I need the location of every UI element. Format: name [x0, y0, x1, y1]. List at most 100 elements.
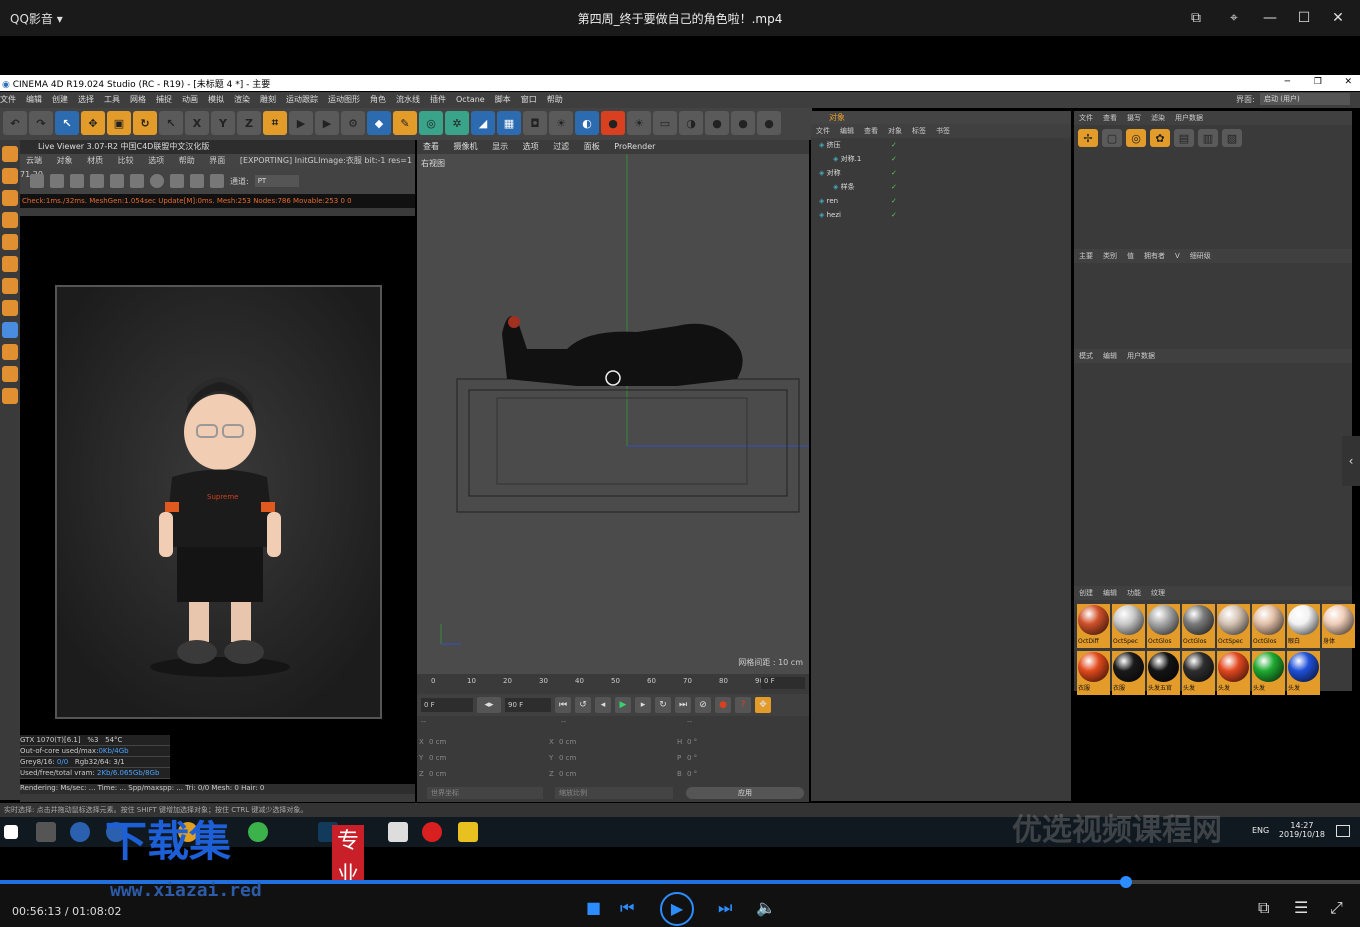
- attr-tool-icon[interactable]: ▥: [1198, 129, 1218, 147]
- octane-glossy-icon[interactable]: ●: [705, 111, 729, 135]
- visibility-check-icon[interactable]: ✓: [891, 138, 897, 152]
- settings-icon[interactable]: ☰: [1294, 898, 1308, 917]
- recent-tool-icon[interactable]: ↖: [159, 111, 183, 135]
- pin-icon[interactable]: ⌖: [1224, 8, 1244, 28]
- y-axis-icon[interactable]: Y: [211, 111, 235, 135]
- attr-tool-icon[interactable]: ✢: [1078, 129, 1098, 147]
- move-icon[interactable]: ✥: [81, 111, 105, 135]
- lv-region-icon[interactable]: [90, 174, 104, 188]
- object-row[interactable]: ◈ hezi ✓: [811, 208, 1071, 222]
- windows-start-icon[interactable]: [4, 825, 18, 839]
- layer-menu-item[interactable]: 用户数据: [1127, 352, 1155, 360]
- layer-menu-item[interactable]: 编辑: [1103, 352, 1117, 360]
- lv-menu-item[interactable]: 选项: [148, 156, 164, 165]
- c4d-menu-item[interactable]: 渲染: [234, 95, 250, 104]
- c4d-menu-item[interactable]: 雕刻: [260, 95, 276, 104]
- c4d-menu-item[interactable]: 创建: [52, 95, 68, 104]
- material-swatch[interactable]: 头发: [1182, 651, 1215, 695]
- app-icon[interactable]: [388, 822, 408, 842]
- next-frame-icon[interactable]: ▸: [635, 697, 651, 713]
- object-row[interactable]: ◈ ren ✓: [811, 194, 1071, 208]
- material-swatch[interactable]: 衣服: [1112, 651, 1145, 695]
- redo-icon[interactable]: ↷: [29, 111, 53, 135]
- cube-icon[interactable]: ◆: [367, 111, 391, 135]
- texture-mode-icon[interactable]: [2, 168, 18, 184]
- coord-value-field[interactable]: 0 cm: [559, 754, 576, 762]
- coord-value-field[interactable]: 0 cm: [559, 738, 576, 746]
- octane-area-light-icon[interactable]: ▭: [653, 111, 677, 135]
- lv-sphere-icon[interactable]: [150, 174, 164, 188]
- x-axis-icon[interactable]: X: [185, 111, 209, 135]
- coord-value-field[interactable]: 0 cm: [559, 770, 576, 778]
- mat-menu-item[interactable]: 编辑: [1103, 589, 1117, 597]
- lv-menu-item[interactable]: 帮助: [179, 156, 195, 165]
- close-button[interactable]: ✕: [1328, 8, 1348, 28]
- next-icon[interactable]: ⏭: [718, 898, 732, 918]
- attr-tool-icon[interactable]: ◎: [1126, 129, 1146, 147]
- vp-menu-item[interactable]: 摄像机: [454, 142, 478, 151]
- lv-pick-icon[interactable]: [210, 174, 224, 188]
- material-swatch[interactable]: OctSpec: [1217, 604, 1250, 648]
- visibility-check-icon[interactable]: ✓: [891, 180, 897, 194]
- c4d-menu-item[interactable]: Octane: [456, 95, 485, 104]
- c4d-menu-item[interactable]: 窗口: [521, 95, 537, 104]
- layer-column[interactable]: 类别: [1103, 252, 1117, 260]
- minimize-button[interactable]: —: [1260, 8, 1280, 28]
- attr-tool-icon[interactable]: ▧: [1222, 129, 1242, 147]
- material-swatch[interactable]: OctDiff: [1077, 604, 1110, 648]
- side-panel-toggle[interactable]: ‹: [1342, 436, 1360, 486]
- om-menu-item[interactable]: 文件: [816, 127, 830, 135]
- c4d-minimize[interactable]: ─: [1285, 77, 1290, 87]
- material-swatch[interactable]: OctGlos: [1147, 604, 1180, 648]
- material-swatch[interactable]: 头发: [1217, 651, 1250, 695]
- undo-icon[interactable]: ↶: [3, 111, 27, 135]
- lv-menu-item[interactable]: 云端: [26, 156, 42, 165]
- c4d-close[interactable]: ✕: [1344, 77, 1352, 87]
- play-icon[interactable]: ▶: [615, 697, 631, 713]
- object-row[interactable]: ◈ 对称.1 ✓: [811, 152, 1071, 166]
- notification-icon[interactable]: [1336, 825, 1350, 837]
- material-swatch[interactable]: 衣服: [1077, 651, 1110, 695]
- floor-icon[interactable]: ▦: [497, 111, 521, 135]
- prev-key-icon[interactable]: ↺: [575, 697, 591, 713]
- model-mode-icon[interactable]: [2, 146, 18, 162]
- vp-menu-item[interactable]: ProRender: [614, 142, 655, 151]
- attr-menu-item[interactable]: 查看: [1103, 114, 1117, 122]
- attr-tool-icon[interactable]: ✿: [1150, 129, 1170, 147]
- rotate-icon[interactable]: ↻: [133, 111, 157, 135]
- lv-menu-item[interactable]: 比较: [118, 156, 134, 165]
- om-menu-item[interactable]: 标签: [912, 127, 926, 135]
- lv-menu-item[interactable]: 对象: [57, 156, 73, 165]
- c4d-menu-item[interactable]: 网格: [130, 95, 146, 104]
- material-swatch[interactable]: 头发: [1287, 651, 1320, 695]
- material-swatch[interactable]: 头发: [1252, 651, 1285, 695]
- lv-settings-icon[interactable]: [30, 174, 44, 188]
- om-menu-item[interactable]: 对象: [888, 127, 902, 135]
- mat-menu-item[interactable]: 功能: [1127, 589, 1141, 597]
- workplane-icon[interactable]: [2, 190, 18, 206]
- c4d-taskbar-icon[interactable]: [70, 822, 90, 842]
- material-swatch[interactable]: 头发五官: [1147, 651, 1180, 695]
- c4d-menu-item[interactable]: 动画: [182, 95, 198, 104]
- render-settings-icon[interactable]: ⚙: [341, 111, 365, 135]
- vp-menu-item[interactable]: 面板: [584, 142, 600, 151]
- visibility-check-icon[interactable]: ✓: [891, 208, 897, 222]
- object-row[interactable]: ◈ 样条 ✓: [811, 180, 1071, 194]
- end-frame-field[interactable]: 90 F: [505, 698, 551, 712]
- language-indicator[interactable]: ENG: [1252, 826, 1269, 835]
- attr-menu-item[interactable]: 滤染: [1151, 114, 1165, 122]
- go-start-icon[interactable]: ⏮: [555, 697, 571, 713]
- coord-value-field[interactable]: 0 cm: [429, 770, 446, 778]
- visibility-check-icon[interactable]: ✓: [891, 194, 897, 208]
- layer-column[interactable]: 值: [1127, 252, 1134, 260]
- lv-menu-item[interactable]: 界面: [209, 156, 225, 165]
- fullscreen-icon[interactable]: ⤢: [1330, 898, 1343, 918]
- c4d-menu-item[interactable]: 运动跟踪: [286, 95, 318, 104]
- start-frame-field[interactable]: 0 F: [421, 698, 473, 712]
- material-swatch[interactable]: 眼白: [1287, 604, 1320, 648]
- vp-menu-item[interactable]: 选项: [523, 142, 539, 151]
- key-help-icon[interactable]: ?: [735, 697, 751, 713]
- attr-tool-icon[interactable]: ▢: [1102, 129, 1122, 147]
- material-swatch[interactable]: 身体: [1322, 604, 1355, 648]
- coord-value-field[interactable]: 0 cm: [429, 738, 446, 746]
